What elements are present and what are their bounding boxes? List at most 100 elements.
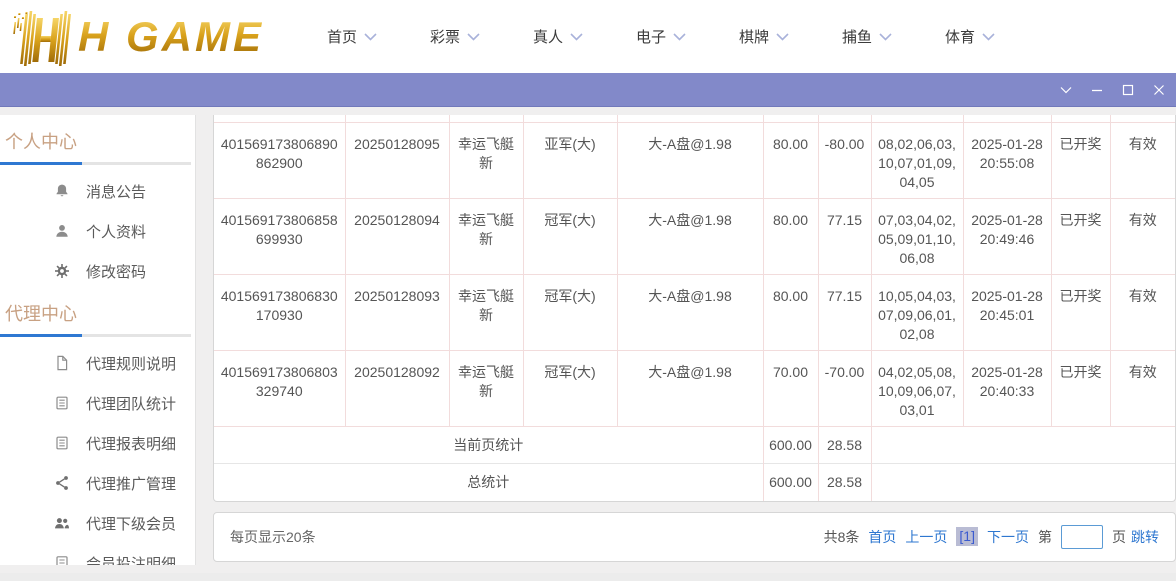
cell-valid: 有效 [1110, 275, 1175, 351]
summary-row: 总统计600.0028.58 [214, 464, 1175, 501]
cell-period: 20250128093 [345, 275, 449, 351]
section-underline [0, 334, 191, 337]
nav-item[interactable]: 棋牌 [739, 26, 842, 47]
nav-item[interactable]: 彩票 [430, 26, 533, 47]
sidebar-item-label: 消息公告 [86, 181, 146, 202]
cell-valid: 有效 [1110, 351, 1175, 427]
minimize-icon [1090, 83, 1104, 97]
clipped-table-row [214, 115, 1175, 123]
summary-row: 当前页统计600.0028.58 [214, 427, 1175, 464]
nav-item-label: 彩票 [430, 26, 460, 47]
nav-item[interactable]: 捕鱼 [842, 26, 945, 47]
brand-logo-icon [10, 8, 78, 66]
cell-time: 2025-01-28 20:40:33 [963, 351, 1051, 427]
main-nav: 首页 彩票 真人电子 棋牌捕鱼体育 [327, 26, 1048, 47]
sidebar: 个人中心消息公告个人资料修改密码代理中心代理规则说明代理团队统计代理报表明细代理… [0, 115, 196, 565]
chevron-down-icon [570, 32, 583, 41]
cell-play: 冠军(大) [523, 275, 617, 351]
main-content: 40156917380689086290020250128095幸运飞艇新亚军(… [213, 115, 1176, 573]
jump-link[interactable]: 跳转 [1131, 527, 1159, 547]
pager-controls: 共8条 首页 上一页 [1] 下一页 第 页 跳转 [824, 525, 1159, 549]
cell-win-loss: 77.15 [818, 275, 871, 351]
sidebar-item[interactable]: 代理规则说明 [0, 343, 195, 383]
summary-label: 当前页统计 [214, 427, 763, 464]
sidebar-item-label: 代理推广管理 [86, 473, 176, 494]
cell-content: 大-A盘@1.98 [617, 123, 763, 199]
cell-valid: 有效 [1110, 199, 1175, 275]
cell-status: 已开奖 [1051, 351, 1110, 427]
sidebar-item-label: 会员投注明细 [86, 553, 176, 566]
nav-item[interactable]: 电子 [636, 26, 739, 47]
cell-amount: 80.00 [763, 275, 818, 351]
cell-result: 04,02,05,08,10,09,06,07,03,01 [871, 351, 963, 427]
cell-period: 20250128095 [345, 123, 449, 199]
summary-label: 总统计 [214, 464, 763, 501]
sidebar-section-title: 个人中心 [0, 131, 195, 153]
sidebar-item[interactable]: 代理推广管理 [0, 463, 195, 503]
cell-order-id: 401569173806890862900 [214, 123, 345, 199]
nav-item[interactable]: 真人 [533, 26, 636, 47]
users-icon [54, 515, 70, 531]
sidebar-item[interactable]: 代理下级会员 [0, 503, 195, 543]
bet-table-panel: 40156917380689086290020250128095幸运飞艇新亚军(… [213, 115, 1176, 502]
nav-item[interactable]: 体育 [945, 26, 1048, 47]
cell-time: 2025-01-28 20:55:08 [963, 123, 1051, 199]
cell-play: 冠军(大) [523, 351, 617, 427]
sidebar-item[interactable]: 代理报表明细 [0, 423, 195, 463]
window-close-button[interactable] [1143, 73, 1174, 107]
summary-win-loss: 28.58 [818, 464, 871, 501]
table-row: 40156917380685869993020250128094幸运飞艇新冠军(… [214, 199, 1175, 275]
chevron-down-icon [982, 32, 995, 41]
share-icon [54, 475, 70, 491]
sidebar-item[interactable]: 修改密码 [0, 251, 195, 291]
cell-amount: 80.00 [763, 123, 818, 199]
first-page-link[interactable]: 首页 [868, 527, 896, 547]
chevron-down-icon [776, 32, 789, 41]
sidebar-item-label: 个人资料 [86, 221, 146, 242]
nav-item-label: 电子 [636, 26, 666, 47]
next-page-link[interactable]: 下一页 [987, 527, 1029, 547]
cell-amount: 70.00 [763, 351, 818, 427]
cell-time: 2025-01-28 20:49:46 [963, 199, 1051, 275]
report-icon [54, 435, 70, 451]
brand-logo-text: H GAME [78, 16, 264, 58]
user-icon [54, 223, 70, 239]
bet-table: 40156917380689086290020250128095幸运飞艇新亚军(… [214, 115, 1175, 501]
cell-period: 20250128092 [345, 351, 449, 427]
nav-item[interactable]: 首页 [327, 26, 430, 47]
table-row: 40156917380680332974020250128092幸运飞艇新冠军(… [214, 351, 1175, 427]
content-area: 个人中心消息公告个人资料修改密码代理中心代理规则说明代理团队统计代理报表明细代理… [0, 107, 1176, 573]
cell-result: 08,02,06,03,10,07,01,09,04,05 [871, 123, 963, 199]
sidebar-item-label: 代理下级会员 [86, 513, 176, 534]
chevron-down-icon [364, 32, 377, 41]
sidebar-item-label: 修改密码 [86, 261, 146, 282]
window-minimize-button[interactable] [1081, 73, 1112, 107]
cell-time: 2025-01-28 20:45:01 [963, 275, 1051, 351]
cell-play: 亚军(大) [523, 123, 617, 199]
cell-amount: 80.00 [763, 199, 818, 275]
chevron-down-icon [1059, 83, 1073, 97]
section-underline [0, 162, 191, 165]
window-collapse-button[interactable] [1050, 73, 1081, 107]
page-number-input[interactable] [1061, 525, 1103, 549]
window-maximize-button[interactable] [1112, 73, 1143, 107]
cell-status: 已开奖 [1051, 123, 1110, 199]
page-suffix-label: 页 [1112, 527, 1126, 547]
cell-order-id: 401569173806858699930 [214, 199, 345, 275]
sidebar-item[interactable]: 个人资料 [0, 211, 195, 251]
nav-item-label: 体育 [945, 26, 975, 47]
chevron-down-icon [879, 32, 892, 41]
brand-logo[interactable]: H GAME [10, 8, 275, 66]
page-prefix-label: 第 [1038, 527, 1052, 547]
sidebar-item[interactable]: 代理团队统计 [0, 383, 195, 423]
window-titlebar [0, 73, 1176, 107]
current-page-indicator[interactable]: [1] [956, 527, 978, 546]
prev-page-link[interactable]: 上一页 [905, 527, 947, 547]
nav-item-label: 首页 [327, 26, 357, 47]
sidebar-item[interactable]: 消息公告 [0, 171, 195, 211]
gear-icon [54, 263, 70, 279]
sidebar-item[interactable]: 会员投注明细 [0, 543, 195, 565]
summary-win-loss: 28.58 [818, 427, 871, 464]
cell-status: 已开奖 [1051, 199, 1110, 275]
chevron-down-icon [673, 32, 686, 41]
